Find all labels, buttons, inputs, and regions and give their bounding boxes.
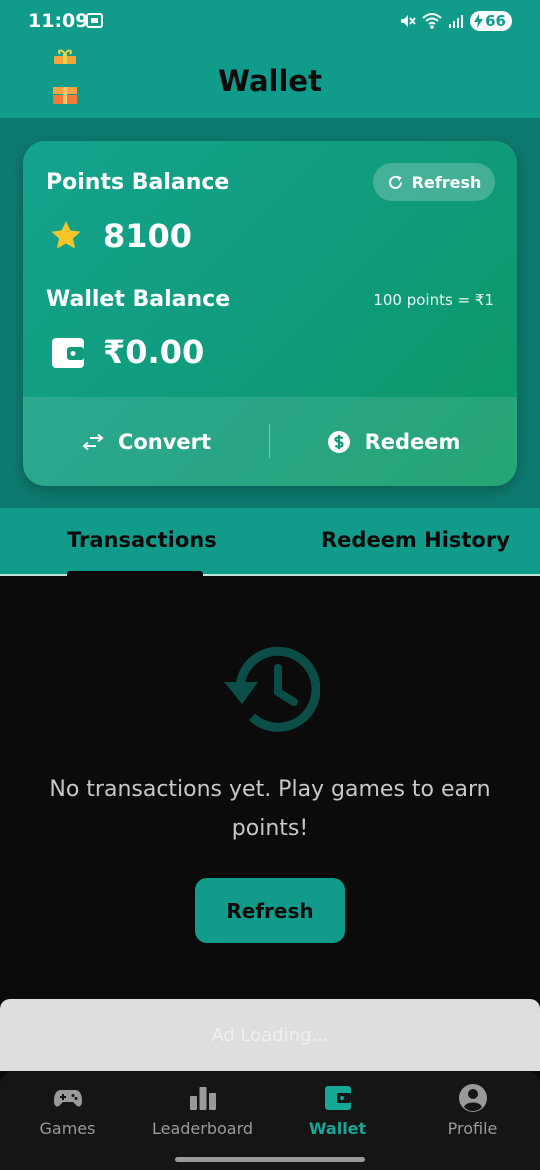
ad-loading-text: Ad Loading... [211,1024,329,1046]
redeem-label: Redeem [364,429,461,454]
nav-profile-label: Profile [447,1119,498,1138]
empty-message: No transactions yet. Play games to earn … [49,777,491,841]
refresh-button[interactable]: Refresh [195,878,345,943]
tab-redeem-history[interactable]: Redeem History [321,528,510,552]
signal-icon [449,15,464,28]
app-bar: Wallet [0,44,540,118]
tab-bar: Transactions Redeem History [0,508,540,576]
nav-leaderboard-label: Leaderboard [151,1119,254,1138]
dollar-icon [327,430,350,453]
tab-transactions[interactable]: Transactions [67,528,217,552]
status-time: 11:09 [28,10,89,32]
home-indicator [175,1157,365,1162]
status-bar: 11:09 66 [0,0,540,44]
points-value: 8100 [103,217,193,255]
wallet-icon [52,338,84,368]
refresh-balance-label: Refresh [411,172,482,192]
ad-banner[interactable]: Ad Loading... [0,999,540,1071]
profile-icon [458,1084,487,1112]
points-balance-label: Points Balance [46,170,230,195]
bottom-navigation: Games Leaderboard Wallet Profile [0,1071,540,1170]
nav-wallet[interactable]: Wallet [270,1083,405,1138]
convert-button[interactable]: Convert [23,397,270,486]
card-actions: Convert Redeem [23,397,517,486]
battery-indicator: 66 [470,11,512,31]
refresh-balance-button[interactable]: Refresh [373,163,495,201]
wallet-icon [324,1086,351,1110]
nav-games-label: Games [39,1119,96,1138]
mute-icon [401,15,416,27]
nav-wallet-label: Wallet [308,1119,367,1138]
screenshot-icon [86,13,103,28]
gamepad-icon [53,1090,82,1107]
page-title: Wallet [218,64,322,98]
refresh-icon [388,175,402,189]
nav-leaderboard[interactable]: Leaderboard [135,1083,270,1138]
swap-icon [82,433,104,450]
star-icon [51,221,81,249]
battery-level: 66 [485,12,506,30]
wallet-value: ₹0.00 [103,333,205,371]
conversion-rate: 100 points = ₹1 [373,291,494,309]
status-icons: 66 [398,10,512,32]
convert-label: Convert [117,429,212,454]
nav-profile[interactable]: Profile [405,1083,540,1138]
active-tab-indicator [67,571,203,576]
redeem-button[interactable]: Redeem [270,397,517,486]
nav-games[interactable]: Games [0,1083,135,1138]
history-icon [224,646,320,732]
leaderboard-icon [189,1087,216,1110]
wallet-balance-label: Wallet Balance [46,287,231,312]
balance-section: Points Balance Refresh 8100 Wallet Balan… [0,118,540,508]
balance-card: Points Balance Refresh 8100 Wallet Balan… [23,141,517,486]
charging-icon [474,14,484,28]
wifi-icon [422,13,442,29]
